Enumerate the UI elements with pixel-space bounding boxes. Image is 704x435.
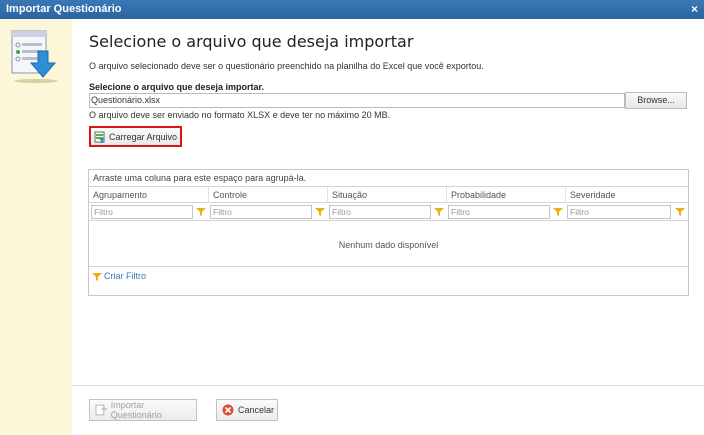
- filter-funnel-icon[interactable]: [196, 207, 206, 217]
- file-hint: O arquivo deve ser enviado no formato XL…: [89, 110, 391, 120]
- filter-funnel-icon[interactable]: [434, 207, 444, 217]
- upload-file-button[interactable]: Carregar Arquivo: [89, 126, 182, 147]
- grid-filter-row: Filtro Filtro Filtro Filtro Filtro: [89, 203, 688, 221]
- cancel-icon: [222, 404, 234, 416]
- group-drop-area[interactable]: Arraste uma coluna para este espaço para…: [89, 170, 688, 187]
- footer-divider: [72, 385, 704, 386]
- browse-button[interactable]: Browse...: [625, 92, 687, 109]
- filter-funnel-icon[interactable]: [675, 207, 685, 217]
- file-path-input[interactable]: Questionário.xlsx: [89, 93, 625, 108]
- filter-funnel-icon[interactable]: [553, 207, 563, 217]
- filter-input-controle[interactable]: Filtro: [210, 205, 312, 219]
- column-header-probabilidade[interactable]: Probabilidade: [446, 187, 565, 203]
- page-description: O arquivo selecionado deve ser o questio…: [89, 61, 484, 71]
- import-doc-icon: [95, 404, 107, 416]
- page-title: Selecione o arquivo que deseja importar: [89, 32, 414, 51]
- filter-input-severidade[interactable]: Filtro: [567, 205, 671, 219]
- import-questionnaire-label: Importar Questionário: [110, 400, 162, 420]
- cancel-label: Cancelar: [238, 405, 275, 415]
- column-header-severidade[interactable]: Severidade: [565, 187, 688, 203]
- upload-file-label: Carregar Arquivo: [109, 131, 178, 142]
- empty-state-text: Nenhum dado disponível: [338, 240, 439, 250]
- column-header-controle[interactable]: Controle: [208, 187, 327, 203]
- import-questionnaire-button[interactable]: Importar Questionário: [89, 399, 197, 421]
- grid-footer: Criar Filtro: [89, 266, 688, 295]
- filter-funnel-icon[interactable]: [315, 207, 325, 217]
- import-file-icon: [11, 30, 58, 83]
- file-field-label: Selecione o arquivo que deseja importar.: [89, 82, 265, 92]
- questions-grid: Arraste uma coluna para este espaço para…: [88, 169, 689, 296]
- column-header-agrupamento[interactable]: Agrupamento: [89, 187, 208, 203]
- create-filter-link[interactable]: Criar Filtro: [104, 271, 146, 281]
- filter-input-situacao[interactable]: Filtro: [329, 205, 431, 219]
- close-icon[interactable]: ×: [691, 0, 698, 19]
- dialog-title: Importar Questionário: [6, 3, 122, 15]
- filter-input-probabilidade[interactable]: Filtro: [448, 205, 550, 219]
- column-header-situacao[interactable]: Situação: [327, 187, 446, 203]
- upload-sheet-icon: [94, 131, 105, 143]
- filter-input-agrupamento[interactable]: Filtro: [91, 205, 193, 219]
- side-panel: [0, 19, 72, 435]
- grid-header-row: Agrupamento Controle Situação Probabilid…: [89, 187, 688, 203]
- filter-funnel-icon: [92, 272, 102, 281]
- cancel-button[interactable]: Cancelar: [216, 399, 278, 421]
- dialog-titlebar: Importar Questionário ×: [0, 0, 704, 19]
